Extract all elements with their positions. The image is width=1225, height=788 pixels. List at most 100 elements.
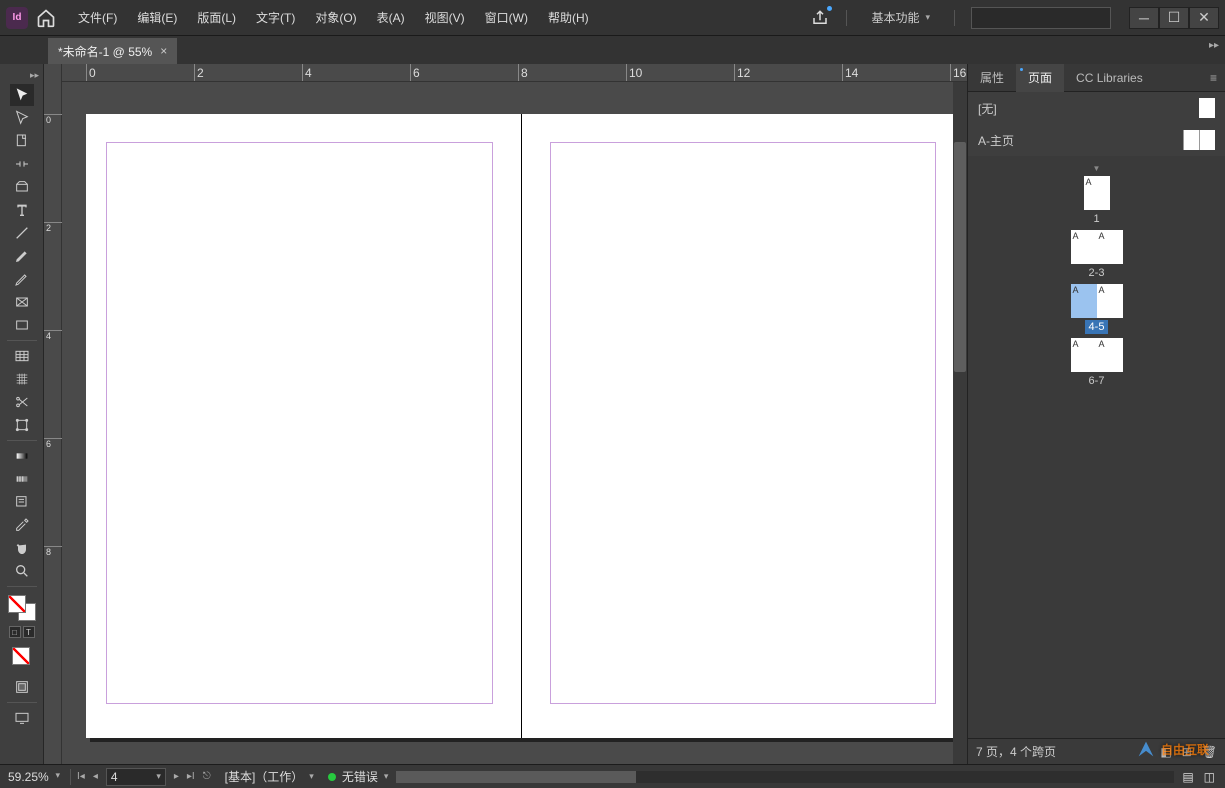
page-thumb[interactable]: A <box>1071 284 1097 318</box>
split-view-icon[interactable]: ◫ <box>1204 770 1215 784</box>
open-bridge-icon[interactable]: ⎋ <box>203 771 211 782</box>
next-page-button[interactable]: ▸ <box>174 771 179 782</box>
zoom-dropdown[interactable]: 59.25%▾ <box>4 768 64 786</box>
vertical-ruler[interactable]: 0 2 4 6 8 <box>44 82 62 764</box>
menu-edit[interactable]: 编辑(E) <box>127 5 187 30</box>
gradient-swatch-tool[interactable] <box>10 445 34 467</box>
tab-close-icon[interactable]: × <box>160 44 167 58</box>
menu-object[interactable]: 对象(O) <box>305 5 366 30</box>
structure-pane-icon[interactable]: ▤ <box>1182 770 1193 784</box>
edit-page-size-icon[interactable]: ◧ <box>1160 745 1171 759</box>
grid-icon[interactable] <box>10 368 34 390</box>
zoom-tool[interactable] <box>10 560 34 582</box>
tab-pages[interactable]: 页面 <box>1016 64 1064 92</box>
search-input[interactable] <box>971 7 1111 29</box>
vertical-scrollbar[interactable] <box>953 82 967 764</box>
hand-tool[interactable] <box>10 537 34 559</box>
document-canvas[interactable] <box>62 82 967 764</box>
page-count-label: 7 页，4 个跨页 <box>976 743 1056 760</box>
delete-page-icon[interactable]: 🗑 <box>1202 745 1217 759</box>
apply-color-swatch[interactable] <box>8 645 36 671</box>
panel-menu-icon[interactable]: ≡ <box>1202 71 1225 85</box>
ruler-tick: 10 <box>626 64 642 81</box>
page-number-dropdown[interactable]: 4▾ <box>106 768 166 786</box>
direct-selection-tool[interactable] <box>10 107 34 129</box>
window-maximize-button[interactable]: ☐ <box>1159 7 1189 29</box>
menu-table[interactable]: 表(A) <box>367 5 415 30</box>
line-tool[interactable] <box>10 222 34 244</box>
type-tool[interactable] <box>10 199 34 221</box>
last-page-button[interactable]: ▸I <box>187 771 195 782</box>
view-mode-toggle[interactable] <box>10 676 34 698</box>
preflight-status[interactable]: 无错误 <box>342 768 378 785</box>
first-page-button[interactable]: I◂ <box>77 771 85 782</box>
content-collector-tool[interactable] <box>10 176 34 198</box>
pencil-tool[interactable] <box>10 268 34 290</box>
share-icon[interactable] <box>810 8 830 28</box>
horizontal-ruler[interactable]: 0 2 4 6 8 10 12 14 16 <box>44 64 967 82</box>
page-thumb[interactable]: A <box>1084 176 1110 210</box>
page-thumb-2-3[interactable]: A A 2-3 <box>1071 230 1123 280</box>
pen-tool[interactable] <box>10 245 34 267</box>
prev-page-button[interactable]: ◂ <box>93 771 98 782</box>
document-tab[interactable]: *未命名-1 @ 55% × <box>48 38 177 64</box>
eyedropper-tool[interactable] <box>10 514 34 536</box>
note-tool[interactable] <box>10 491 34 513</box>
window-minimize-button[interactable]: ─ <box>1129 7 1159 29</box>
workspace-label: 基本功能 <box>871 9 919 26</box>
gap-tool[interactable] <box>10 153 34 175</box>
page-thumb[interactable]: A <box>1071 230 1097 264</box>
scrollbar-thumb[interactable] <box>954 142 966 372</box>
menu-view[interactable]: 视图(V) <box>415 5 475 30</box>
tools-expand-icon[interactable]: ▸▸ <box>30 70 39 81</box>
menu-file[interactable]: 文件(F) <box>68 5 127 30</box>
table-icon[interactable] <box>10 345 34 367</box>
ruler-tick: 6 <box>44 438 62 449</box>
home-icon[interactable] <box>36 8 56 28</box>
menu-layout[interactable]: 版面(L) <box>187 5 246 30</box>
rectangle-frame-tool[interactable] <box>10 291 34 313</box>
tab-cc-libraries[interactable]: CC Libraries <box>1064 64 1155 92</box>
new-page-icon[interactable]: ⊞ <box>1182 745 1192 759</box>
free-transform-tool[interactable] <box>10 414 34 436</box>
ruler-tick: 0 <box>86 64 96 81</box>
page-thumb-6-7[interactable]: A A 6-7 <box>1071 338 1123 388</box>
page-thumb[interactable]: A <box>1097 338 1123 372</box>
formatting-text-icon[interactable]: T <box>23 626 35 638</box>
menu-help[interactable]: 帮助(H) <box>538 5 599 30</box>
ruler-tick: 14 <box>842 64 858 81</box>
gradient-feather-tool[interactable] <box>10 468 34 490</box>
page-thumb[interactable]: A <box>1097 230 1123 264</box>
page-thumb[interactable]: A <box>1097 284 1123 318</box>
scissors-tool[interactable] <box>10 391 34 413</box>
menu-type[interactable]: 文字(T) <box>246 5 305 30</box>
workspace-dropdown[interactable]: 基本功能 ▾ <box>863 5 938 30</box>
layer-indicator[interactable]: [基本]（工作） <box>225 768 304 785</box>
zoom-value: 59.25% <box>8 770 49 784</box>
menu-window[interactable]: 窗口(W) <box>475 5 538 30</box>
page-thumb[interactable]: A <box>1071 338 1097 372</box>
ruler-origin[interactable] <box>44 64 62 82</box>
page-thumb-label: 1 <box>1089 212 1103 226</box>
window-close-button[interactable]: ✕ <box>1189 7 1219 29</box>
page-right[interactable] <box>522 114 957 738</box>
horizontal-scrollbar[interactable] <box>396 771 1174 783</box>
fill-stroke-swatch[interactable] <box>8 595 36 621</box>
scrollbar-thumb[interactable] <box>396 771 636 783</box>
page-tool[interactable] <box>10 130 34 152</box>
formatting-container-icon[interactable]: □ <box>9 626 21 638</box>
ruler-tick: 4 <box>302 64 312 81</box>
page-thumb-4-5[interactable]: A A 4-5 <box>1071 284 1123 334</box>
selection-tool[interactable] <box>10 84 34 106</box>
master-a[interactable]: A-主页 <box>968 124 1225 156</box>
ruler-tick: 0 <box>44 114 62 125</box>
page-left[interactable] <box>86 114 522 738</box>
rectangle-tool[interactable] <box>10 314 34 336</box>
pages-list[interactable]: ▼ A 1 A A 2-3 A A 4-5 A <box>968 156 1225 738</box>
tab-properties[interactable]: 属性 <box>968 64 1016 92</box>
screen-mode-button[interactable] <box>10 707 34 729</box>
panel-expand-icon[interactable]: ▸▸ <box>1209 40 1219 51</box>
page-thumb-1[interactable]: A 1 <box>1084 176 1110 226</box>
chevron-down-icon: ▾ <box>384 771 389 782</box>
master-none[interactable]: [无] <box>968 92 1225 124</box>
